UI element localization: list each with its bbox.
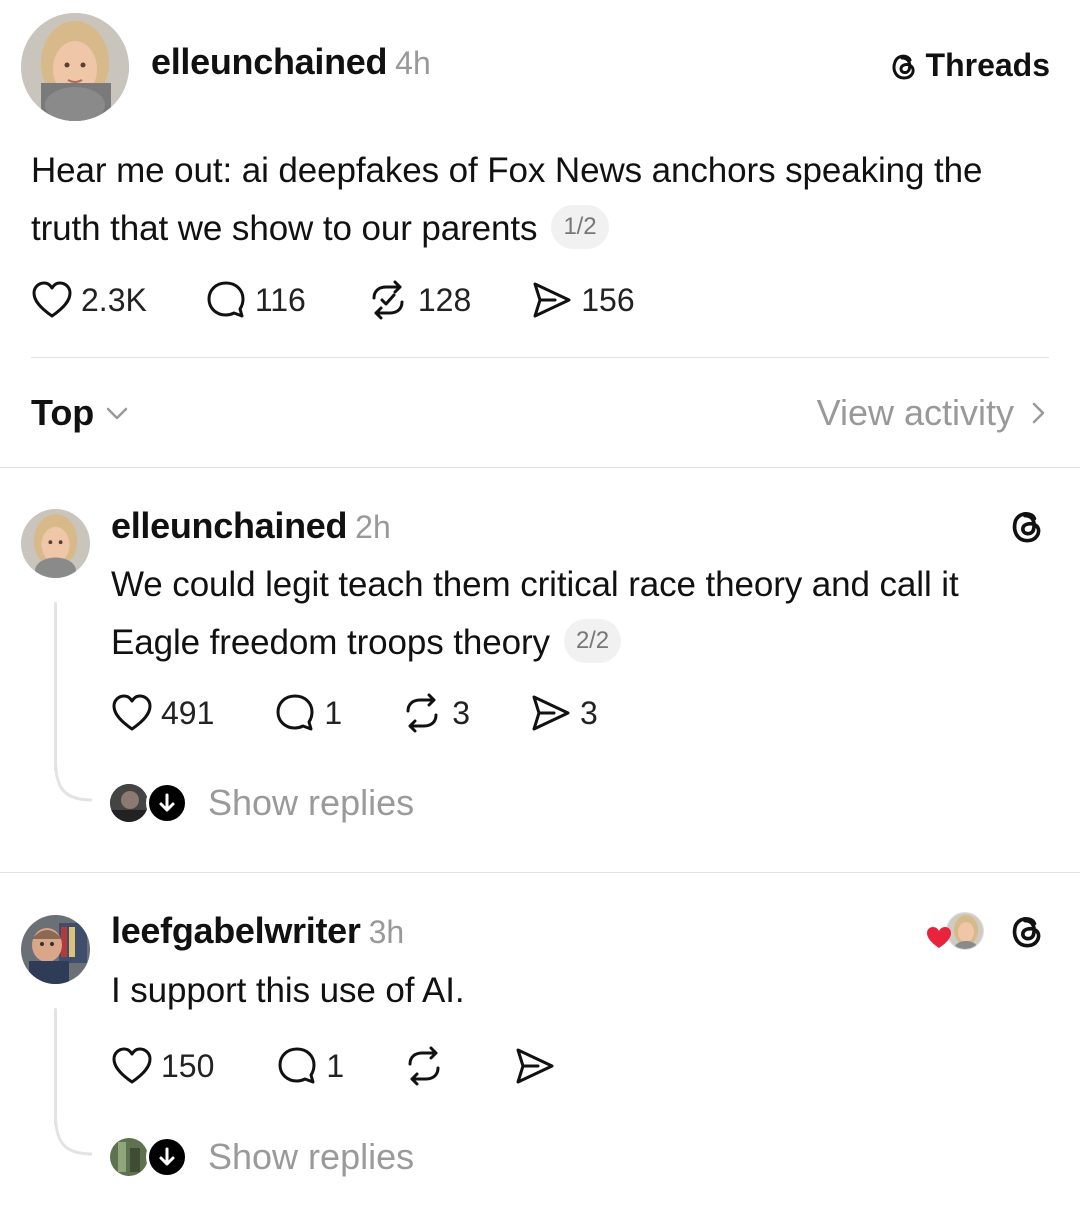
reply-2-thread-line	[54, 1008, 57, 1126]
reply-2-share-button[interactable]	[514, 1046, 564, 1086]
reply-1-actions: 491 1 3 3	[111, 693, 598, 733]
heart-icon	[32, 281, 72, 318]
share-icon	[532, 695, 570, 731]
post-author-avatar[interactable]	[21, 13, 129, 121]
reply-1-show-replies-label: Show replies	[208, 782, 415, 823]
reply-1-thread-curve	[54, 760, 93, 802]
post-body: Hear me out: ai deepfakes of Fox News an…	[31, 142, 1041, 258]
reply-1-username[interactable]: elleunchained	[111, 505, 347, 546]
post-pager: 1/2	[551, 205, 609, 249]
reply-1-comment-count: 1	[324, 694, 343, 731]
reply-2-body: I support this use of AI.	[111, 962, 1011, 1020]
reply-1-replier-avatars	[110, 782, 188, 824]
share-icon	[516, 1048, 554, 1084]
view-activity-link[interactable]: View activity	[817, 392, 1050, 434]
sort-label: Top	[31, 392, 95, 433]
reply-1-repost-button[interactable]: 3	[400, 693, 470, 733]
reply-2-show-replies[interactable]: Show replies	[110, 1136, 414, 1178]
reply-1-share-count: 3	[579, 694, 598, 731]
comment-icon	[276, 694, 314, 731]
post-actions: 2.3K 116 128 156	[31, 280, 635, 320]
reply-divider	[0, 872, 1080, 873]
repost-icon	[408, 1046, 440, 1086]
reply-2-username[interactable]: leefgabelwriter	[111, 910, 361, 951]
post-share-button[interactable]: 156	[531, 280, 635, 320]
post-repost-count: 128	[417, 281, 472, 318]
reply-1-avatar[interactable]	[21, 509, 90, 578]
reply-1-like-count: 491	[161, 694, 215, 731]
post-divider	[31, 357, 1049, 358]
reply-1-text: We could legit teach them critical race …	[111, 565, 959, 662]
replier-avatar	[110, 784, 148, 822]
reply-1-meta: elleunchained 2h	[111, 505, 391, 547]
arrow-down-icon	[146, 782, 188, 824]
post-comment-button[interactable]: 116	[205, 280, 306, 320]
reply-2-repost-button[interactable]	[402, 1046, 454, 1086]
reply-2-avatar[interactable]	[21, 915, 90, 984]
reply-2-show-replies-label: Show replies	[208, 1136, 415, 1177]
post-text: Hear me out: ai deepfakes of Fox News an…	[31, 151, 983, 248]
view-activity-label: View activity	[816, 392, 1014, 433]
threads-logo-icon[interactable]	[1005, 910, 1047, 957]
author-liked-badge	[926, 910, 986, 954]
reply-1-time: 2h	[355, 509, 391, 545]
reply-1-pager: 2/2	[563, 619, 622, 663]
post-like-button[interactable]: 2.3K	[31, 280, 147, 320]
sort-divider	[0, 467, 1080, 468]
post-share-count: 156	[581, 281, 635, 318]
reply-2-meta: leefgabelwriter 3h	[111, 910, 404, 952]
share-icon	[533, 282, 571, 318]
sort-dropdown[interactable]: Top	[31, 392, 130, 434]
repost-icon	[372, 280, 404, 320]
reply-2-comment-button[interactable]: 1	[276, 1046, 344, 1086]
post-username[interactable]: elleunchained	[151, 41, 387, 82]
arrow-down-icon	[146, 1136, 188, 1178]
comment-icon	[278, 1047, 316, 1084]
comment-icon	[207, 281, 245, 318]
heart-icon	[112, 1047, 152, 1084]
reply-2-actions: 150 1	[111, 1046, 564, 1086]
reply-1-comment-button[interactable]: 1	[274, 693, 342, 733]
reply-1-share-button[interactable]: 3	[530, 693, 598, 733]
chevron-right-icon	[1032, 402, 1045, 424]
reply-2-comment-count: 1	[326, 1047, 345, 1084]
reply-1-repost-count: 3	[452, 694, 470, 731]
reply-1-thread-line	[54, 602, 57, 772]
post-like-count: 2.3K	[81, 281, 147, 318]
reply-2-like-button[interactable]: 150	[111, 1046, 214, 1086]
reply-1-show-replies[interactable]: Show replies	[110, 782, 414, 824]
threads-logo-icon[interactable]	[1005, 505, 1047, 552]
post-author-meta: elleunchained 4h	[151, 41, 431, 83]
reply-1-like-button[interactable]: 491	[111, 693, 214, 733]
replier-avatar	[110, 1138, 148, 1176]
reply-2-thread-curve	[54, 1114, 93, 1156]
repost-icon	[406, 693, 438, 733]
reply-2-text: I support this use of AI.	[111, 971, 465, 1010]
reply-2-time: 3h	[368, 914, 405, 950]
threads-label: Threads	[925, 47, 1050, 83]
reply-1-body: We could legit teach them critical race …	[111, 556, 1051, 672]
threads-brand[interactable]: Threads	[886, 47, 1050, 84]
reply-2-like-count: 150	[161, 1047, 215, 1084]
threads-logo-icon	[886, 49, 920, 83]
post-repost-button[interactable]: 128	[366, 280, 471, 320]
post-time: 4h	[395, 45, 431, 81]
heart-filled-icon	[927, 927, 951, 948]
reply-2-replier-avatars	[110, 1136, 188, 1178]
heart-icon	[112, 694, 152, 731]
post-comment-count: 116	[254, 281, 306, 318]
chevron-down-icon	[107, 407, 128, 420]
